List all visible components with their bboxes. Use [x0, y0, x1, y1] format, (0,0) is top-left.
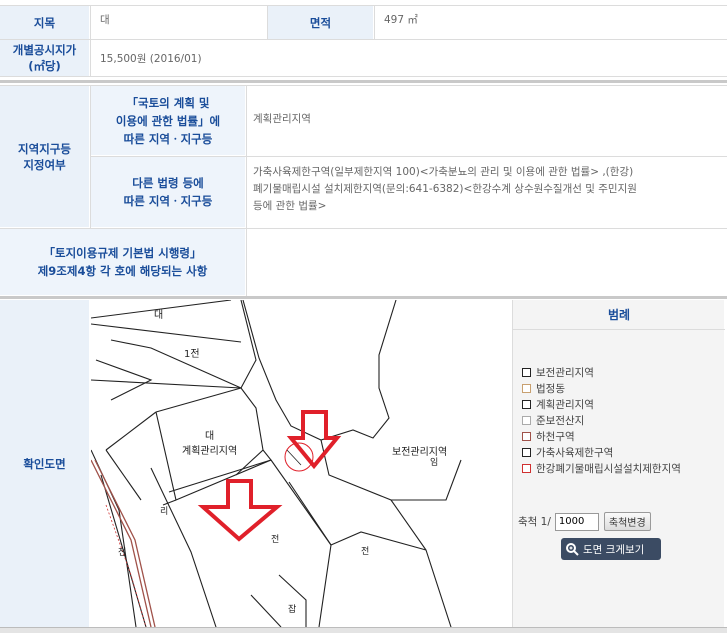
legend-item-label: 한강폐기물매립시설설치제한지역 — [536, 463, 681, 475]
enforcement-label: 「토지이용규제 기본법 시행령」 제9조제4항 각 호에 해당되는 사항 — [0, 229, 245, 295]
magnifier-icon — [566, 543, 579, 556]
grid-line — [246, 85, 247, 296]
enforcement-value — [247, 229, 727, 295]
area-label: 면적 — [268, 6, 373, 39]
grid-line — [267, 5, 268, 40]
other-value-line3: 등에 관한 법률> — [253, 200, 327, 212]
legend-item: 법정동 — [522, 381, 565, 396]
other-value-line1: 가축사육제한구역(일부제한지역 100)<가축분뇨의 관리 및 이용에 관한 법… — [253, 166, 634, 178]
legend-title: 범례 — [513, 300, 725, 330]
section-divider — [0, 80, 727, 83]
enforcement-label-line2: 제9조제4항 각 호에 해당되는 사항 — [37, 264, 208, 278]
map-label-jeon-center: 전 — [271, 535, 280, 545]
grid-line — [0, 228, 727, 229]
national-law-label: 「국토의 계획 및 이용에 관한 법률」에 따른 지역ㆍ지구등 — [91, 86, 245, 155]
cadastral-map[interactable]: 대 1전 대 계획관리지역 보전관리지역 임 리 전 전 전 잡 — [91, 300, 511, 627]
scale-row: 축척 1/ 축척변경 — [518, 512, 651, 531]
scale-input[interactable] — [554, 512, 599, 531]
grid-line — [0, 39, 727, 40]
map-label-conservation: 보전관리지역 — [392, 447, 448, 458]
map-zoom-label: 도면 크게보기 — [583, 543, 645, 556]
jimok-value: 대 — [91, 6, 266, 39]
legend-item: 한강폐기물매립시설설치제한지역 — [522, 461, 681, 476]
legend-item: 하천구역 — [522, 429, 575, 444]
legend-swatch — [522, 432, 531, 441]
other-law-value: 가축사육제한구역(일부제한지역 100)<가축분뇨의 관리 및 이용에 관한 법… — [247, 157, 727, 227]
map-drawing — [91, 300, 462, 627]
grid-line — [0, 85, 727, 86]
legend-item-label: 보전관리지역 — [536, 367, 594, 379]
map-label-jeon-left: 전 — [118, 548, 127, 558]
legend-swatch — [522, 416, 531, 425]
enforcement-label-line1: 「토지이용규제 기본법 시행령」 — [43, 246, 202, 260]
legend-item: 보전관리지역 — [522, 365, 594, 380]
scale-change-button[interactable]: 축척변경 — [603, 512, 651, 531]
legend-item-label: 계획관리지역 — [536, 399, 594, 411]
other-label-line2: 따른 지역ㆍ지구등 — [123, 194, 213, 208]
zoning-label-line1: 지역지구등 — [18, 141, 71, 156]
arrow-down-icon — [286, 410, 342, 470]
zoning-label-line2: 지정여부 — [23, 157, 66, 172]
map-label-1jeon: 1전 — [184, 349, 200, 360]
national-label-line2: 이용에 관한 법률」에 — [115, 113, 221, 128]
price-label: 개별공시지가 (㎡당) — [0, 40, 89, 76]
legend-swatch — [522, 368, 531, 377]
section-divider-2 — [0, 296, 727, 299]
zoning-section-label: 지역지구등 지정여부 — [0, 86, 89, 227]
legend-swatch — [522, 464, 531, 473]
map-label-im: 임 — [430, 458, 439, 468]
map-label-ri: 리 — [160, 507, 169, 517]
map-label-da-top: 대 — [154, 310, 164, 321]
grid-line — [90, 85, 91, 228]
grid-line — [90, 5, 91, 77]
area-value: 497 ㎡ — [375, 6, 727, 39]
arrow-down-icon — [197, 479, 283, 542]
grid-line — [0, 76, 727, 77]
map-section-label: 확인도면 — [0, 300, 89, 627]
price-label-line1: 개별공시지가 — [12, 43, 77, 57]
legend-item-label: 하천구역 — [536, 431, 575, 443]
other-value-line2: 폐기물매립시설 설치제한지역(문의:641-6382)<한강수계 상수원수질개선… — [253, 183, 637, 195]
grid-line — [374, 5, 375, 40]
legend-panel: 범례 보전관리지역 법정동 계획관리지역 준보전산지 하천구역 가축사육제한구역… — [512, 300, 725, 628]
price-label-line2: (㎡당) — [28, 59, 61, 73]
map-label-plan-area: 계획관리지역 — [182, 446, 238, 457]
legend-item-label: 가축사육제한구역 — [536, 447, 614, 459]
grid-line — [91, 156, 727, 157]
map-label-jeon-right: 전 — [361, 547, 370, 557]
scale-label: 축척 1/ — [518, 516, 551, 528]
legend-item: 준보전산지 — [522, 413, 584, 428]
price-value: 15,500원 (2016/01) — [91, 40, 727, 76]
map-label-jip: 잡 — [288, 605, 297, 615]
legend-item: 계획관리지역 — [522, 397, 594, 412]
other-label-line1: 다른 법령 등에 — [132, 176, 204, 190]
national-label-line1: 「국토의 계획 및 — [126, 95, 210, 110]
other-law-label: 다른 법령 등에 따른 지역ㆍ지구등 — [91, 157, 245, 227]
legend-swatch — [522, 384, 531, 393]
national-label-line3: 따른 지역ㆍ지구등 — [123, 131, 213, 146]
legend-item-label: 준보전산지 — [536, 415, 585, 427]
legend-swatch — [522, 400, 531, 409]
legend-item-label: 법정동 — [536, 383, 565, 395]
national-law-value: 계획관리지역 — [247, 86, 727, 155]
jimok-label: 지목 — [0, 6, 89, 39]
grid-line — [0, 5, 727, 6]
legend-item: 가축사육제한구역 — [522, 445, 613, 460]
map-label-da: 대 — [205, 431, 215, 442]
map-zoom-button[interactable]: 도면 크게보기 — [561, 538, 661, 560]
legend-swatch — [522, 448, 531, 457]
horizontal-scrollbar[interactable] — [0, 627, 727, 633]
